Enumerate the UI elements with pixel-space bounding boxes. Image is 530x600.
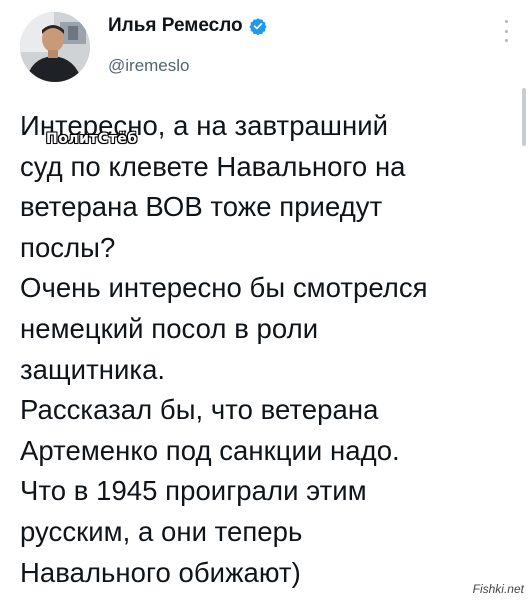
tweet-line: Очень интересно бы смотрелся (20, 272, 428, 304)
site-credit: Fishki.net (472, 582, 524, 596)
verified-badge-icon (249, 18, 267, 35)
tweet-line: Что в 1945 проиграли этим (20, 475, 367, 507)
author-name[interactable]: Илья Ремесло (108, 15, 243, 37)
more-dot (504, 39, 508, 42)
avatar-image (20, 12, 90, 82)
tweet-line: послы? (20, 231, 116, 263)
tweet-line: Рассказал бы, что ветерана (20, 394, 379, 426)
more-dot (504, 29, 508, 33)
tweet-line: суд по клевете Навального на (20, 150, 406, 182)
tweet-text: Интересно, а на завтрашний суд по клевет… (20, 106, 506, 593)
avatar[interactable] (20, 12, 90, 82)
more-dot (504, 20, 508, 23)
author-handle[interactable]: @iremeslo (108, 56, 190, 76)
author-row: Илья Ремесло (108, 14, 267, 38)
tweet-line: русским, а они теперь (20, 515, 303, 547)
scrollbar[interactable] (522, 88, 526, 146)
more-vertical-icon[interactable] (496, 18, 516, 44)
tweet-line: немецкий посол в роли (20, 312, 319, 344)
tweet-line: Навального обижают) (20, 556, 301, 588)
tweet-line: ветерана ВОВ тоже приедут (20, 191, 383, 223)
tweet-line: защитника. (20, 353, 166, 385)
tweet-line: Артеменко под санкции надо. (20, 434, 400, 466)
watermark: ПолитСтёб (46, 131, 138, 147)
